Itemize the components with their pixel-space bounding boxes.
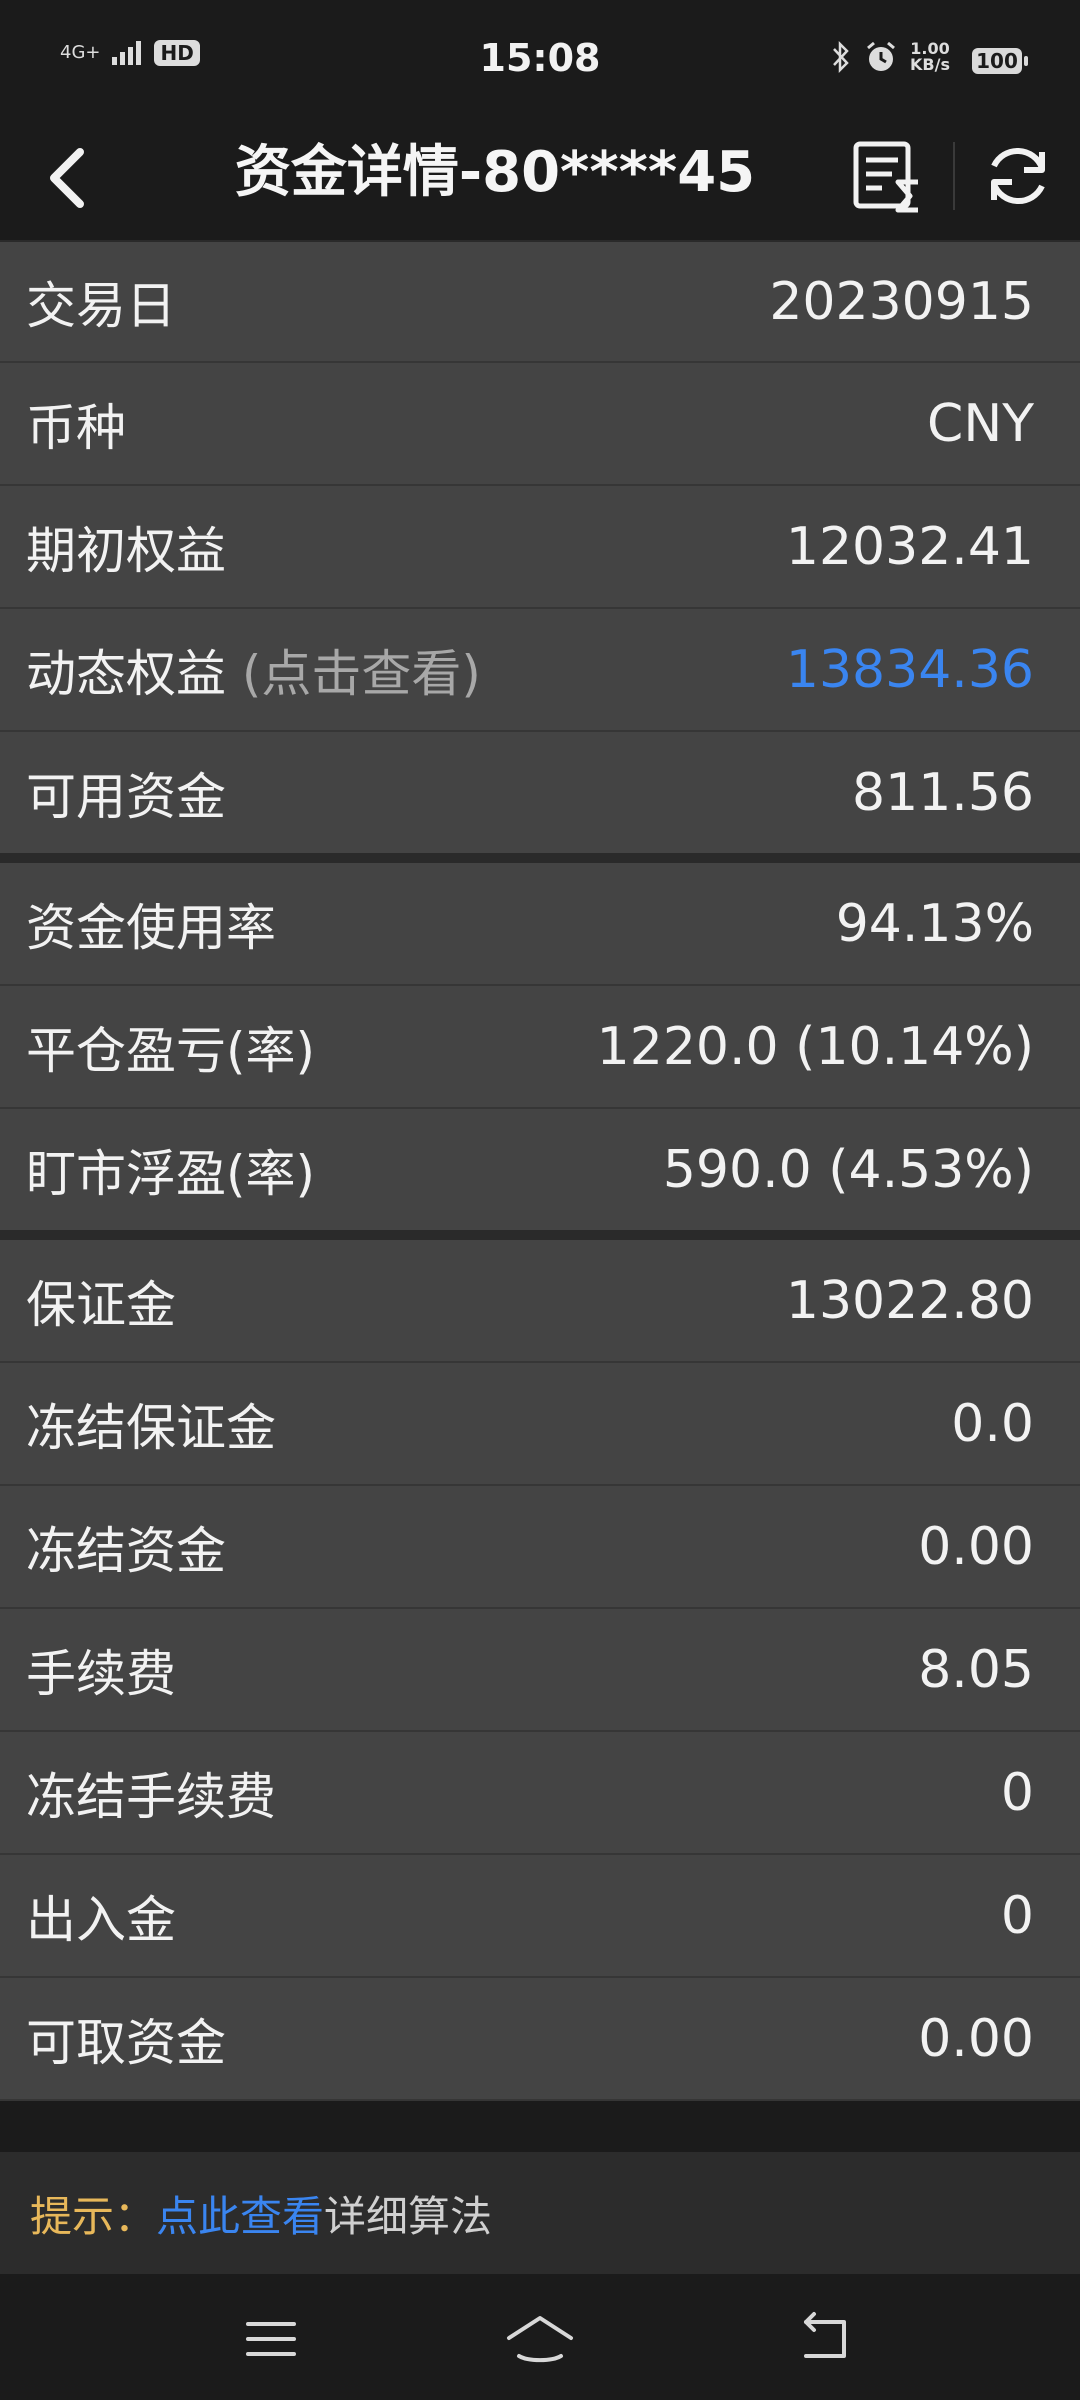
dynamic-equity-link[interactable]: 13834.36 xyxy=(786,640,1034,700)
tip-bar: 提示： 点此查看 详细算法 xyxy=(0,2152,1080,2274)
view-algorithm-link[interactable]: 点此查看 xyxy=(156,2183,324,2244)
row-deposit-withdrawal: 出入金 0 xyxy=(0,1855,1080,1978)
row-label: 可取资金 xyxy=(26,2013,226,2072)
view-hint: (点击查看) xyxy=(241,644,481,703)
row-commission: 手续费 8.05 xyxy=(0,1609,1080,1732)
row-closed-pnl: 平仓盈亏(率) 1220.0 (10.14%) xyxy=(0,986,1080,1109)
row-value: 20230915 xyxy=(769,271,1034,332)
row-label: 冻结保证金 xyxy=(26,1398,276,1457)
row-dynamic-equity[interactable]: 动态权益 (点击查看) 13834.36 xyxy=(0,609,1080,732)
row-value: 0 xyxy=(1000,1762,1034,1823)
row-available-funds: 可用资金 811.56 xyxy=(0,732,1080,863)
row-frozen-margin: 冻结保证金 0.0 xyxy=(0,1363,1080,1486)
header-divider xyxy=(953,142,955,210)
speed-unit: KB/s xyxy=(910,55,950,74)
row-label: 冻结手续费 xyxy=(26,1767,276,1826)
refresh-icon xyxy=(991,147,1045,205)
row-label: 手续费 xyxy=(26,1644,176,1703)
menu-icon xyxy=(246,2322,296,2356)
row-value: 0 xyxy=(1000,1885,1034,1946)
summary-button[interactable] xyxy=(846,134,930,218)
status-bar: 4G+ HD 15:08 1.00 KB/s 100 xyxy=(0,0,1080,120)
app-header: 资金详情-80****45 xyxy=(0,120,1080,238)
row-value: 1220.0 (10.14%) xyxy=(596,1016,1034,1077)
alarm-icon xyxy=(867,41,895,71)
row-margin: 保证金 13022.80 xyxy=(0,1240,1080,1363)
menu-button[interactable] xyxy=(236,2304,306,2374)
row-label: 币种 xyxy=(26,398,126,457)
row-frozen-funds: 冻结资金 0.00 xyxy=(0,1486,1080,1609)
home-button[interactable] xyxy=(505,2304,575,2374)
fund-detail-list: 交易日 20230915 币种 CNY 期初权益 12032.41 动态权益 (… xyxy=(0,240,1080,2101)
row-label: 出入金 xyxy=(26,1890,176,1949)
row-withdrawable-funds: 可取资金 0.00 xyxy=(0,1978,1080,2101)
refresh-button[interactable] xyxy=(976,134,1060,218)
row-label: 保证金 xyxy=(26,1275,176,1334)
system-nav-bar xyxy=(0,2274,1080,2400)
back-nav-button[interactable] xyxy=(790,2304,860,2374)
row-label: 资金使用率 xyxy=(26,898,276,957)
bluetooth-icon xyxy=(833,40,849,74)
row-value: 8.05 xyxy=(918,1639,1034,1700)
home-icon xyxy=(507,2316,573,2363)
row-label: 期初权益 xyxy=(26,521,226,580)
row-frozen-commission: 冻结手续费 0 xyxy=(0,1732,1080,1855)
row-value: CNY xyxy=(927,393,1034,454)
row-label: 冻结资金 xyxy=(26,1521,226,1580)
row-value: 13022.80 xyxy=(785,1270,1034,1331)
row-trade-date: 交易日 20230915 xyxy=(0,240,1080,363)
row-value: 0.00 xyxy=(918,1516,1034,1577)
row-label: 可用资金 xyxy=(26,767,226,826)
row-value: 0.00 xyxy=(918,2008,1034,2069)
status-right: 1.00 KB/s xyxy=(830,40,950,74)
tip-prefix: 提示： xyxy=(30,2191,157,2241)
row-label: 平仓盈亏(率) xyxy=(26,1021,316,1080)
back-arrow-icon xyxy=(804,2312,846,2358)
row-label-text: 动态权益 xyxy=(26,644,226,703)
row-label: 交易日 xyxy=(26,276,176,335)
tip-text: 详细算法 xyxy=(324,2191,493,2241)
row-floating-pnl: 盯市浮盈(率) 590.0 (4.53%) xyxy=(0,1109,1080,1240)
row-opening-equity: 期初权益 12032.41 xyxy=(0,486,1080,609)
row-value: 590.0 (4.53%) xyxy=(662,1139,1034,1200)
network-speed: 1.00 KB/s xyxy=(910,41,950,73)
row-usage-rate: 资金使用率 94.13% xyxy=(0,863,1080,986)
row-label: 盯市浮盈(率) xyxy=(26,1144,316,1203)
list-sum-icon xyxy=(853,141,918,213)
row-value: 94.13% xyxy=(835,893,1034,954)
row-value: 12032.41 xyxy=(785,516,1034,577)
row-currency: 币种 CNY xyxy=(0,363,1080,486)
row-label: 动态权益 (点击查看) xyxy=(26,634,481,706)
row-value: 811.56 xyxy=(852,762,1034,823)
row-value: 0.0 xyxy=(951,1393,1034,1454)
battery-icon: 100 xyxy=(972,48,1028,74)
